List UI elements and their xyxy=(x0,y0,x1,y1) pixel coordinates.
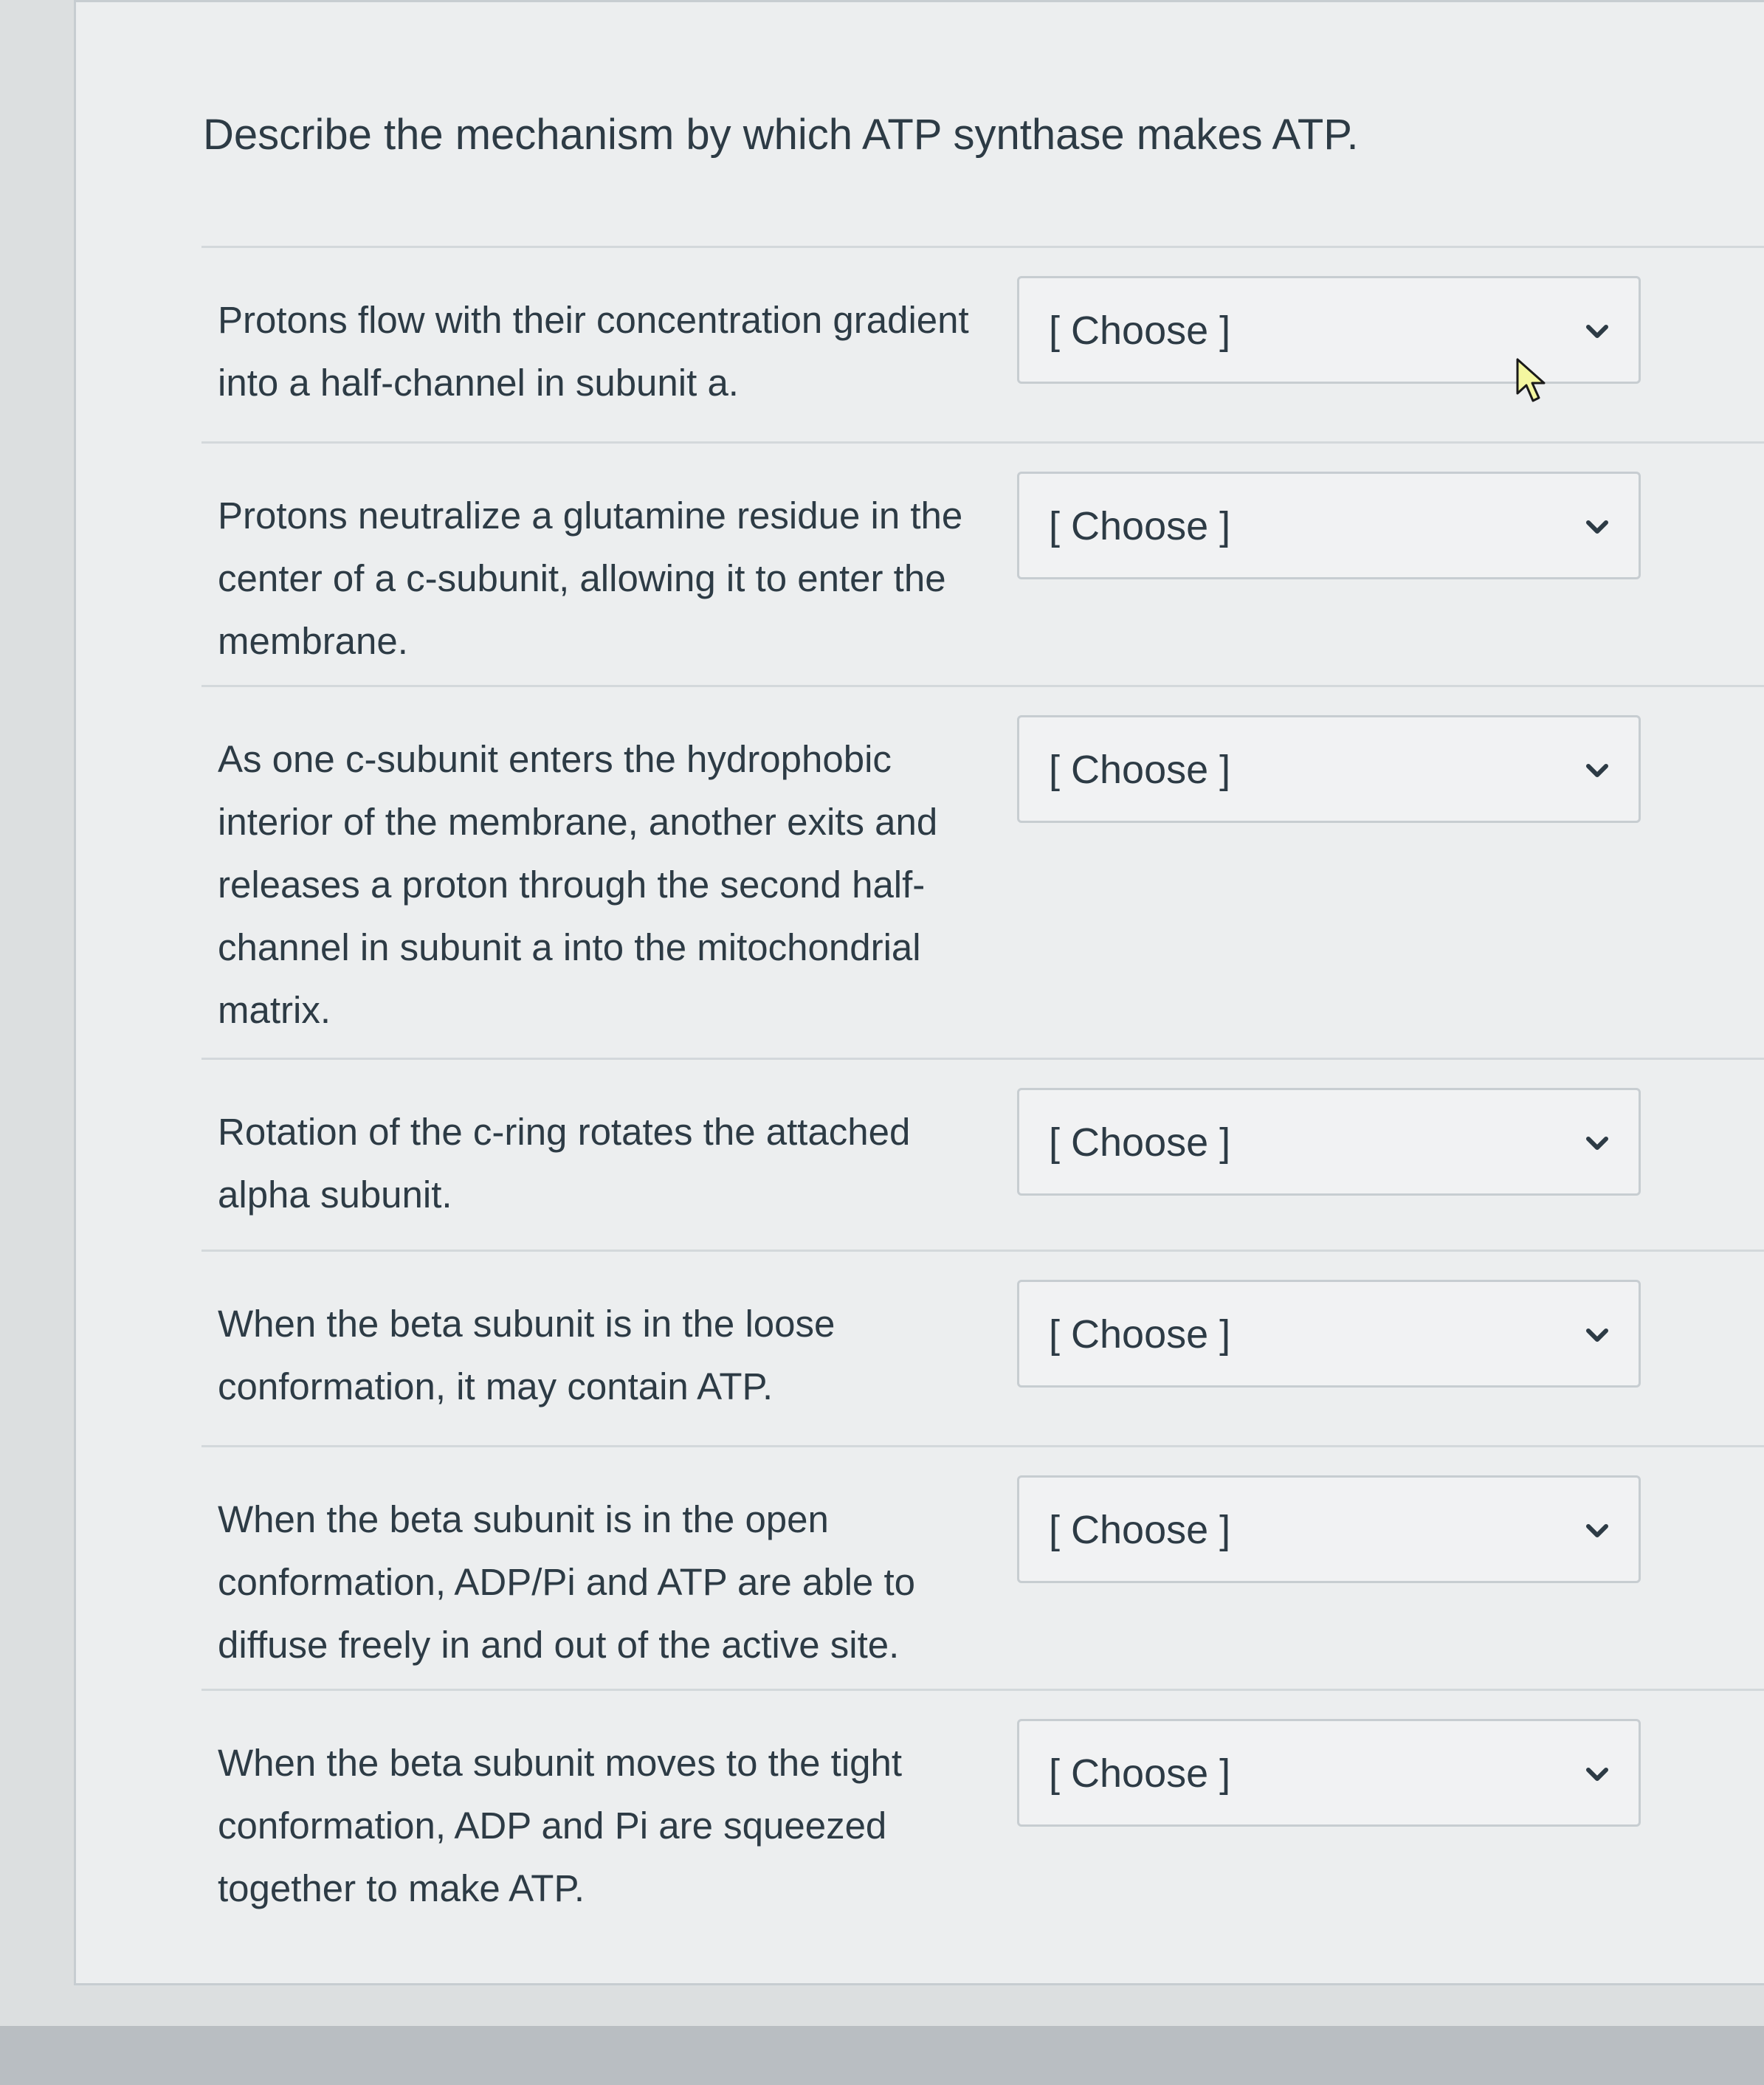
statement-text: Rotation of the c-ring rotates the attac… xyxy=(218,1111,911,1216)
statement-text: When the beta subunit moves to the tight… xyxy=(218,1742,903,1909)
answer-select[interactable]: [ Choose ] xyxy=(1017,1719,1641,1827)
chevron-down-icon xyxy=(1586,1328,1608,1342)
chevron-down-icon xyxy=(1586,1524,1608,1537)
select-value: [ Choose ] xyxy=(1049,504,1231,548)
select-value: [ Choose ] xyxy=(1049,748,1231,792)
quiz-question-card: Describe the mechanism by which ATP synt… xyxy=(74,0,1764,1985)
answer-select[interactable]: [ Choose ] xyxy=(1017,1280,1641,1388)
chevron-down-icon xyxy=(1586,1768,1608,1781)
select-value: [ Choose ] xyxy=(1049,1751,1231,1796)
select-value: [ Choose ] xyxy=(1049,1120,1231,1165)
chevron-down-icon xyxy=(1586,325,1608,338)
matching-row: When the beta subunit is in the open con… xyxy=(201,1445,1764,1689)
statement-text: As one c-subunit enters the hydrophobic … xyxy=(218,738,938,1031)
matching-row: When the beta subunit is in the loose co… xyxy=(201,1250,1764,1445)
matching-row: Protons flow with their concentration gr… xyxy=(201,246,1764,441)
matching-rows: Protons flow with their concentration gr… xyxy=(201,246,1764,1947)
matching-row: Protons neutralize a glutamine residue i… xyxy=(201,441,1764,685)
select-value: [ Choose ] xyxy=(1049,1508,1231,1552)
question-text: Describe the mechanism by which ATP synt… xyxy=(203,111,1359,159)
statement-text: When the beta subunit is in the loose co… xyxy=(218,1303,836,1407)
answer-select[interactable]: [ Choose ] xyxy=(1017,472,1641,579)
answer-select[interactable]: [ Choose ] xyxy=(1017,715,1641,823)
statement-text: Protons neutralize a glutamine residue i… xyxy=(218,494,963,662)
matching-row: When the beta subunit moves to the tight… xyxy=(201,1689,1764,1947)
statement-text: When the beta subunit is in the open con… xyxy=(218,1498,915,1666)
select-value: [ Choose ] xyxy=(1049,1312,1231,1357)
cursor-arrow-icon xyxy=(1516,358,1546,402)
taskbar xyxy=(0,2026,1764,2085)
matching-row: Rotation of the c-ring rotates the attac… xyxy=(201,1058,1764,1250)
statement-text: Protons flow with their concentration gr… xyxy=(218,299,969,404)
chevron-down-icon xyxy=(1586,1137,1608,1150)
select-value: [ Choose ] xyxy=(1049,309,1231,353)
answer-select[interactable]: [ Choose ] xyxy=(1017,1088,1641,1196)
matching-row: As one c-subunit enters the hydrophobic … xyxy=(201,685,1764,1058)
answer-select[interactable]: [ Choose ] xyxy=(1017,1475,1641,1583)
chevron-down-icon xyxy=(1586,520,1608,534)
chevron-down-icon xyxy=(1586,764,1608,777)
